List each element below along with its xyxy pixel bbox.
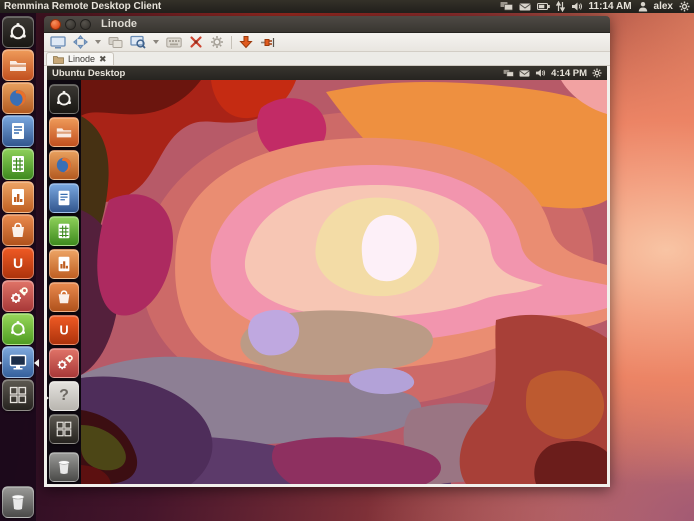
running-indicator xyxy=(44,394,49,402)
running-indicator xyxy=(0,359,2,367)
toggle-fullscreen-icon[interactable] xyxy=(50,34,66,51)
remote-panel-title: Ubuntu Desktop xyxy=(52,68,125,79)
launcher-item-remmina[interactable] xyxy=(2,346,34,378)
viewport-scale-icon[interactable] xyxy=(130,34,146,51)
launcher-item-workspace-switcher[interactable] xyxy=(2,379,34,411)
launcher-item-software-center[interactable] xyxy=(2,214,34,246)
remote-wallpaper xyxy=(81,80,607,484)
host-top-panel: Remmina Remote Desktop Client 11:14 AM a… xyxy=(0,0,694,13)
remote-launcher-item-trash[interactable] xyxy=(49,452,79,482)
remote-launcher-item-libreoffice-writer[interactable] xyxy=(49,183,79,213)
mail-icon[interactable] xyxy=(519,2,531,12)
window-titlebar[interactable]: Linode xyxy=(44,16,610,33)
tab-icon xyxy=(53,55,64,64)
launcher-item-ubuntu-one[interactable]: U xyxy=(2,247,34,279)
remote-session-screen[interactable] xyxy=(81,80,607,484)
tools-icon[interactable] xyxy=(189,34,203,51)
remote-launcher-item-libreoffice-impress[interactable] xyxy=(49,249,79,279)
launcher-item-system-settings[interactable] xyxy=(2,280,34,312)
unknown-app-glyph: ? xyxy=(59,387,69,405)
fit-window-icon[interactable] xyxy=(73,34,88,51)
host-clock[interactable]: 11:14 AM xyxy=(589,1,632,12)
focused-indicator xyxy=(34,359,39,367)
desktop: Remmina Remote Desktop Client 11:14 AM a… xyxy=(0,0,694,521)
window-minimize-button[interactable] xyxy=(65,19,76,30)
window-title: Linode xyxy=(101,18,137,30)
network-icon[interactable] xyxy=(503,69,514,78)
remote-launcher-item-software-center[interactable] xyxy=(49,282,79,312)
sync-arrows-icon[interactable] xyxy=(556,1,565,12)
battery-icon[interactable] xyxy=(537,2,550,11)
window-close-button[interactable] xyxy=(50,19,61,30)
launcher-item-libreoffice-calc[interactable] xyxy=(2,148,34,180)
toolbar-separator xyxy=(231,36,232,49)
remote-launcher-item-dash-home[interactable] xyxy=(49,84,79,114)
scale-options-dropdown-icon[interactable] xyxy=(153,40,159,44)
host-launcher: U xyxy=(0,13,36,521)
network-icon[interactable] xyxy=(500,1,513,12)
remmina-toolbar xyxy=(44,33,610,52)
remote-display-frame: Ubuntu Desktop 4:14 PM xyxy=(44,66,610,487)
minimize-window-icon[interactable] xyxy=(239,34,253,51)
launcher-item-libreoffice-writer[interactable] xyxy=(2,115,34,147)
tab-linode[interactable]: Linode ✖ xyxy=(46,52,114,65)
volume-icon[interactable] xyxy=(571,1,583,12)
remote-launcher-item-system-settings[interactable] xyxy=(49,348,79,378)
remote-launcher: U ? xyxy=(47,80,81,484)
host-username[interactable]: alex xyxy=(654,1,673,12)
remote-clock[interactable]: 4:14 PM xyxy=(551,68,587,79)
remote-launcher-item-firefox[interactable] xyxy=(49,150,79,180)
screenshot-icon[interactable] xyxy=(210,34,224,51)
tab-close-icon[interactable]: ✖ xyxy=(99,54,107,65)
remote-launcher-item-libreoffice-calc[interactable] xyxy=(49,216,79,246)
mail-icon[interactable] xyxy=(519,69,530,78)
scaled-mode-icon[interactable] xyxy=(108,34,123,51)
host-app-title: Remmina Remote Desktop Client xyxy=(4,1,161,12)
remote-launcher-item-unknown-app[interactable]: ? xyxy=(49,381,79,411)
tab-label: Linode xyxy=(68,54,95,64)
user-icon[interactable] xyxy=(638,1,648,12)
launcher-item-trash[interactable] xyxy=(2,486,34,518)
remote-top-panel: Ubuntu Desktop 4:14 PM xyxy=(47,66,607,80)
window-maximize-button[interactable] xyxy=(80,19,91,30)
svg-text:U: U xyxy=(13,255,23,271)
launcher-item-home-folder[interactable] xyxy=(2,49,34,81)
session-gear-icon[interactable] xyxy=(679,1,690,12)
launcher-item-firefox[interactable] xyxy=(2,82,34,114)
svg-text:U: U xyxy=(59,324,68,338)
launcher-item-libreoffice-impress[interactable] xyxy=(2,181,34,213)
grab-keyboard-icon[interactable] xyxy=(166,34,182,51)
launcher-item-ubuntu-software[interactable] xyxy=(2,313,34,345)
remote-launcher-item-workspace-switcher[interactable] xyxy=(49,414,79,444)
fit-options-dropdown-icon[interactable] xyxy=(95,40,101,44)
remote-launcher-item-home-folder[interactable] xyxy=(49,117,79,147)
volume-icon[interactable] xyxy=(535,68,546,78)
session-gear-icon[interactable] xyxy=(592,68,602,78)
remmina-window: Linode Linode ✖ Ubuntu xyxy=(44,16,610,487)
launcher-item-dash-home[interactable] xyxy=(2,16,34,48)
remote-launcher-item-ubuntu-one[interactable]: U xyxy=(49,315,79,345)
disconnect-icon[interactable] xyxy=(260,34,275,51)
tab-bar: Linode ✖ xyxy=(44,52,610,66)
